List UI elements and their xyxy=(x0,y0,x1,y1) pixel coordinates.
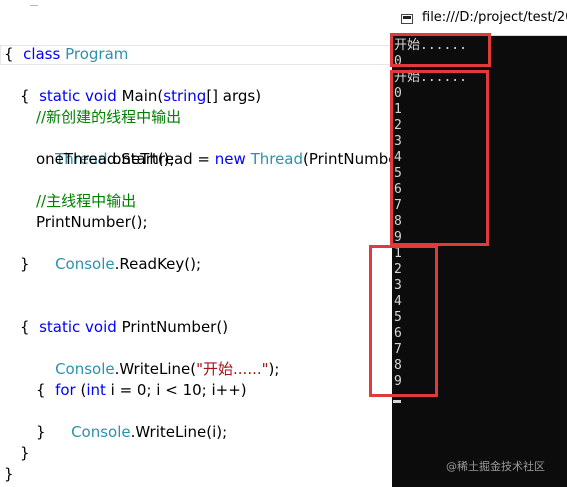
keyword: new xyxy=(214,150,246,168)
code-line-writeline-i: Console.WriteLine(i); xyxy=(52,401,227,441)
code-line-print-call: PrintNumber(); xyxy=(36,213,148,231)
keyword: string xyxy=(163,87,207,105)
highlight-box-third-output xyxy=(369,245,438,397)
keyword: class xyxy=(23,45,61,63)
keyword: void xyxy=(85,87,117,105)
console-app-icon xyxy=(401,14,413,24)
class-name: Program xyxy=(65,45,129,63)
code-line-thread: Thread oneThread = new Thread(PrintNumbe… xyxy=(36,128,414,168)
code-text: .WriteLine(i); xyxy=(130,423,228,441)
code-line-writeline: Console.WriteLine("开始......"); xyxy=(36,338,279,378)
method-name: Main( xyxy=(121,87,164,105)
console-title-bar[interactable]: file:///D:/project/test/202 xyxy=(392,0,567,36)
type-name: Thread xyxy=(250,150,304,168)
code-text: ); xyxy=(268,360,280,378)
watermark: @稀土掘金技术社区 xyxy=(446,460,545,473)
code-line-for: for (int i = 0; i < 10; i++) xyxy=(36,359,247,399)
code-line-open-brace: { xyxy=(20,318,30,336)
code-text: i = 0; i < 10; i++) xyxy=(105,381,247,399)
console-cursor xyxy=(393,400,401,403)
code-line-close-brace: } xyxy=(20,444,30,462)
code-line-open-brace: { xyxy=(36,381,46,399)
keyword: static xyxy=(39,318,81,336)
console-title: file:///D:/project/test/202 xyxy=(422,10,567,25)
highlight-box-first-output xyxy=(390,33,491,67)
keyword: int xyxy=(86,381,106,399)
type-name: Console xyxy=(55,255,115,273)
code-text: ( xyxy=(75,381,87,399)
code-line-main: static void Main(string[] args) xyxy=(20,65,261,105)
keyword: void xyxy=(85,318,117,336)
method-name: PrintNumber() xyxy=(121,318,229,336)
code-text: [] args) xyxy=(206,87,262,105)
code-line-close-brace: } xyxy=(36,423,46,441)
code-comment: //主线程中输出 xyxy=(36,192,137,210)
type-name: Console xyxy=(71,423,131,441)
code-line-print-def: static void PrintNumber() xyxy=(20,296,228,336)
code-fold-line xyxy=(30,0,38,6)
keyword: for xyxy=(55,381,76,399)
code-text: .ReadKey(); xyxy=(114,255,202,273)
code-editor[interactable]: class Program { static void Main(string[… xyxy=(0,0,415,487)
highlight-box-second-output xyxy=(390,70,489,246)
code-line-close-brace: } xyxy=(20,255,30,273)
code-line-start: oneThread.Start(); xyxy=(36,150,175,168)
code-comment: //新创建的线程中输出 xyxy=(36,108,182,126)
code-line-readkey: Console.ReadKey(); xyxy=(36,233,201,273)
keyword: static xyxy=(39,87,81,105)
code-line-close-brace: } xyxy=(4,465,14,483)
code-line-class: class Program xyxy=(4,23,128,63)
code-line-open-brace: { xyxy=(20,87,30,105)
code-line-open-brace: { xyxy=(4,45,14,63)
